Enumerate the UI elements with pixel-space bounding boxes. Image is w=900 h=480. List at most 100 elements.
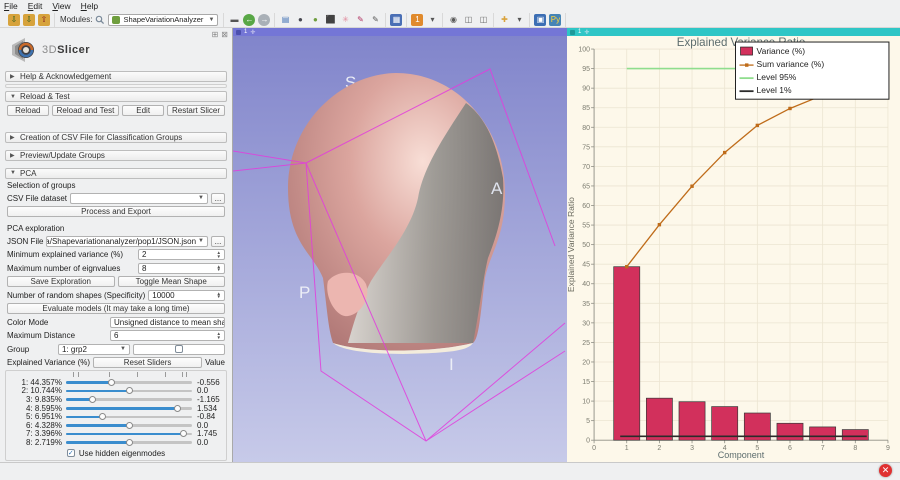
random-shapes-spinbox[interactable]: 10000▲▼ [148, 290, 225, 301]
close-panel-icon[interactable]: ⊠ [221, 30, 228, 39]
ruler-pencil-icon[interactable]: ✎ [354, 14, 366, 26]
csv-dataset-combobox[interactable]: ▼ [70, 193, 208, 204]
threed-viewport[interactable]: S A P I [233, 36, 567, 462]
slider-handle[interactable] [126, 387, 133, 394]
load-data-icon[interactable]: ⇩ [8, 14, 20, 26]
slider-handle[interactable] [174, 405, 181, 412]
slider-handle[interactable] [126, 422, 133, 429]
evaluate-models-button[interactable]: Evaluate models (It may take a long time… [7, 303, 225, 314]
pin-icon[interactable]: ✛ [250, 29, 255, 36]
view-menu-icon[interactable] [570, 30, 575, 35]
view-menu-icon[interactable] [236, 30, 241, 35]
load-dicom-icon[interactable]: ⇩ [23, 14, 35, 26]
slider-handle[interactable] [99, 413, 106, 420]
group-checkbox[interactable] [175, 345, 183, 353]
eigenmode-slider[interactable] [66, 421, 192, 429]
section-pca[interactable]: ▼PCA [5, 168, 227, 179]
orientation-label-p: P [299, 283, 310, 302]
spinner-arrows-icon[interactable]: ▲▼ [217, 332, 221, 339]
color-mode-combobox[interactable]: Unsigned distance to mean shape▼ [110, 317, 225, 328]
eigenmode-slider[interactable] [66, 395, 192, 403]
spinner-arrows-icon[interactable]: ▲▼ [217, 251, 221, 258]
json-browse-button[interactable]: ... [211, 236, 225, 247]
crosshair-caret-icon[interactable]: ▾ [513, 14, 525, 26]
module-options-icon[interactable]: ▬ [228, 14, 240, 26]
explained-variance-chart: 0123456789051015202530354045505560657075… [567, 36, 900, 463]
threed-scene: S A P I [233, 36, 567, 462]
eigenmode-slider-row: 4: 8.595%1.534 [8, 404, 224, 413]
max-eigenvalues-spinbox[interactable]: 8▲▼ [138, 263, 225, 274]
module-back-icon[interactable]: ← [243, 14, 255, 26]
group-checkbox-field[interactable] [133, 344, 225, 355]
markups-network-icon[interactable]: ✳ [339, 14, 351, 26]
reload-button[interactable]: Reload [7, 105, 49, 116]
scene-view-restore-icon[interactable]: ◫ [477, 14, 489, 26]
slider-handle[interactable] [180, 430, 187, 437]
slider-handle[interactable] [89, 396, 96, 403]
screenshot-camera-icon[interactable]: ◉ [447, 14, 459, 26]
reload-and-test-button[interactable]: Reload and Test [52, 105, 120, 116]
save-exploration-button[interactable]: Save Exploration [7, 276, 115, 287]
extensions-manager-icon[interactable]: ▣ [534, 14, 546, 26]
menu-edit[interactable]: Edit [28, 1, 43, 11]
annotation-pencil-icon[interactable]: ✎ [369, 14, 381, 26]
toggle-mean-shape-button[interactable]: Toggle Mean Shape [118, 276, 226, 287]
process-export-button[interactable]: Process and Export [7, 206, 225, 217]
crosshair-plus-icon[interactable]: ✚ [498, 14, 510, 26]
section-csv-creation[interactable]: ▶Creation of CSV File for Classification… [5, 132, 227, 143]
models-green-sphere-icon[interactable]: ● [309, 14, 321, 26]
models-dark-sphere-icon[interactable]: ● [294, 14, 306, 26]
volume-cube-icon[interactable]: ⬛ [324, 14, 336, 26]
eigenmode-slider[interactable] [66, 413, 192, 421]
python-console-icon[interactable]: Py [549, 14, 561, 26]
menu-view[interactable]: View [52, 1, 70, 11]
section-help-acknowledgement[interactable]: ▶Help & Acknowledgement [5, 71, 227, 82]
use-hidden-eigenmodes-checkbox[interactable]: ✓ [67, 449, 75, 457]
eigenmode-slider-row: 3: 9.835%-1.165 [8, 395, 224, 404]
eigenmode-slider[interactable] [66, 438, 192, 446]
chart-view: 1 ✛ 012345678905101520253035404550556065… [567, 28, 900, 462]
module-forward-icon[interactable]: → [258, 14, 270, 26]
edit-button[interactable]: Edit [122, 105, 164, 116]
restart-slicer-button[interactable]: Restart Slicer [167, 105, 225, 116]
eigenmode-slider-row: 8: 2.719%0.0 [8, 438, 224, 447]
menu-help[interactable]: Help [81, 1, 98, 11]
eigenmode-slider[interactable] [66, 387, 192, 395]
section-preview-update[interactable]: ▶Preview/Update Groups [5, 150, 227, 161]
subject-hierarchy-icon[interactable]: ▤ [279, 14, 291, 26]
spinner-arrows-icon[interactable]: ▲▼ [217, 265, 221, 272]
slicer-logo-icon [10, 36, 38, 64]
group-combobox[interactable]: 1: grp2▼ [58, 344, 130, 355]
collapse-arrow-icon: ▶ [10, 134, 16, 141]
min-variance-spinbox[interactable]: 2▲▼ [138, 249, 225, 260]
toolbar: ⇩⇩⇧ Modules: ShapeVariationAnalyzer ▼ ▬←… [0, 12, 900, 28]
close-notification-button[interactable]: ✕ [879, 464, 892, 477]
scene-view-icon[interactable]: ◫ [462, 14, 474, 26]
svg-text:85: 85 [582, 105, 590, 112]
group-label: Group [7, 345, 55, 354]
slider-handle[interactable] [108, 379, 115, 386]
menu-file[interactable]: File [4, 1, 18, 11]
reset-sliders-button[interactable]: Reset Sliders [93, 357, 202, 368]
json-file-combobox[interactable]: ments_UNC/data/Shapevariationanalyzer/po… [46, 236, 208, 247]
eigenmode-slider[interactable] [66, 404, 192, 412]
csv-browse-button[interactable]: ... [211, 193, 225, 204]
chart-view-header[interactable]: 1 ✛ [567, 28, 900, 36]
pin-icon[interactable]: ✛ [584, 29, 589, 36]
section-reload-test[interactable]: ▼Reload & Test [5, 91, 227, 102]
chart-capture-icon[interactable]: ▦ [390, 14, 402, 26]
eigenmode-slider[interactable] [66, 430, 192, 438]
units-pin-icon[interactable]: 1 [411, 14, 423, 26]
max-distance-spinbox[interactable]: 6▲▼ [110, 330, 225, 341]
slider-handle[interactable] [126, 439, 133, 446]
module-search-icon[interactable] [95, 15, 105, 25]
collapse-arrow-icon: ▼ [10, 170, 16, 176]
eigenmode-slider[interactable] [66, 378, 192, 386]
undock-panel-icon[interactable]: ⊞ [212, 30, 219, 39]
modules-combobox[interactable]: ShapeVariationAnalyzer ▼ [108, 14, 218, 26]
save-data-icon[interactable]: ⇧ [38, 14, 50, 26]
svg-text:25: 25 [582, 340, 590, 347]
spinner-arrows-icon[interactable]: ▲▼ [217, 292, 221, 299]
units-caret-icon[interactable]: ▾ [426, 14, 438, 26]
threed-view-header[interactable]: 1 ✛ [233, 28, 567, 36]
